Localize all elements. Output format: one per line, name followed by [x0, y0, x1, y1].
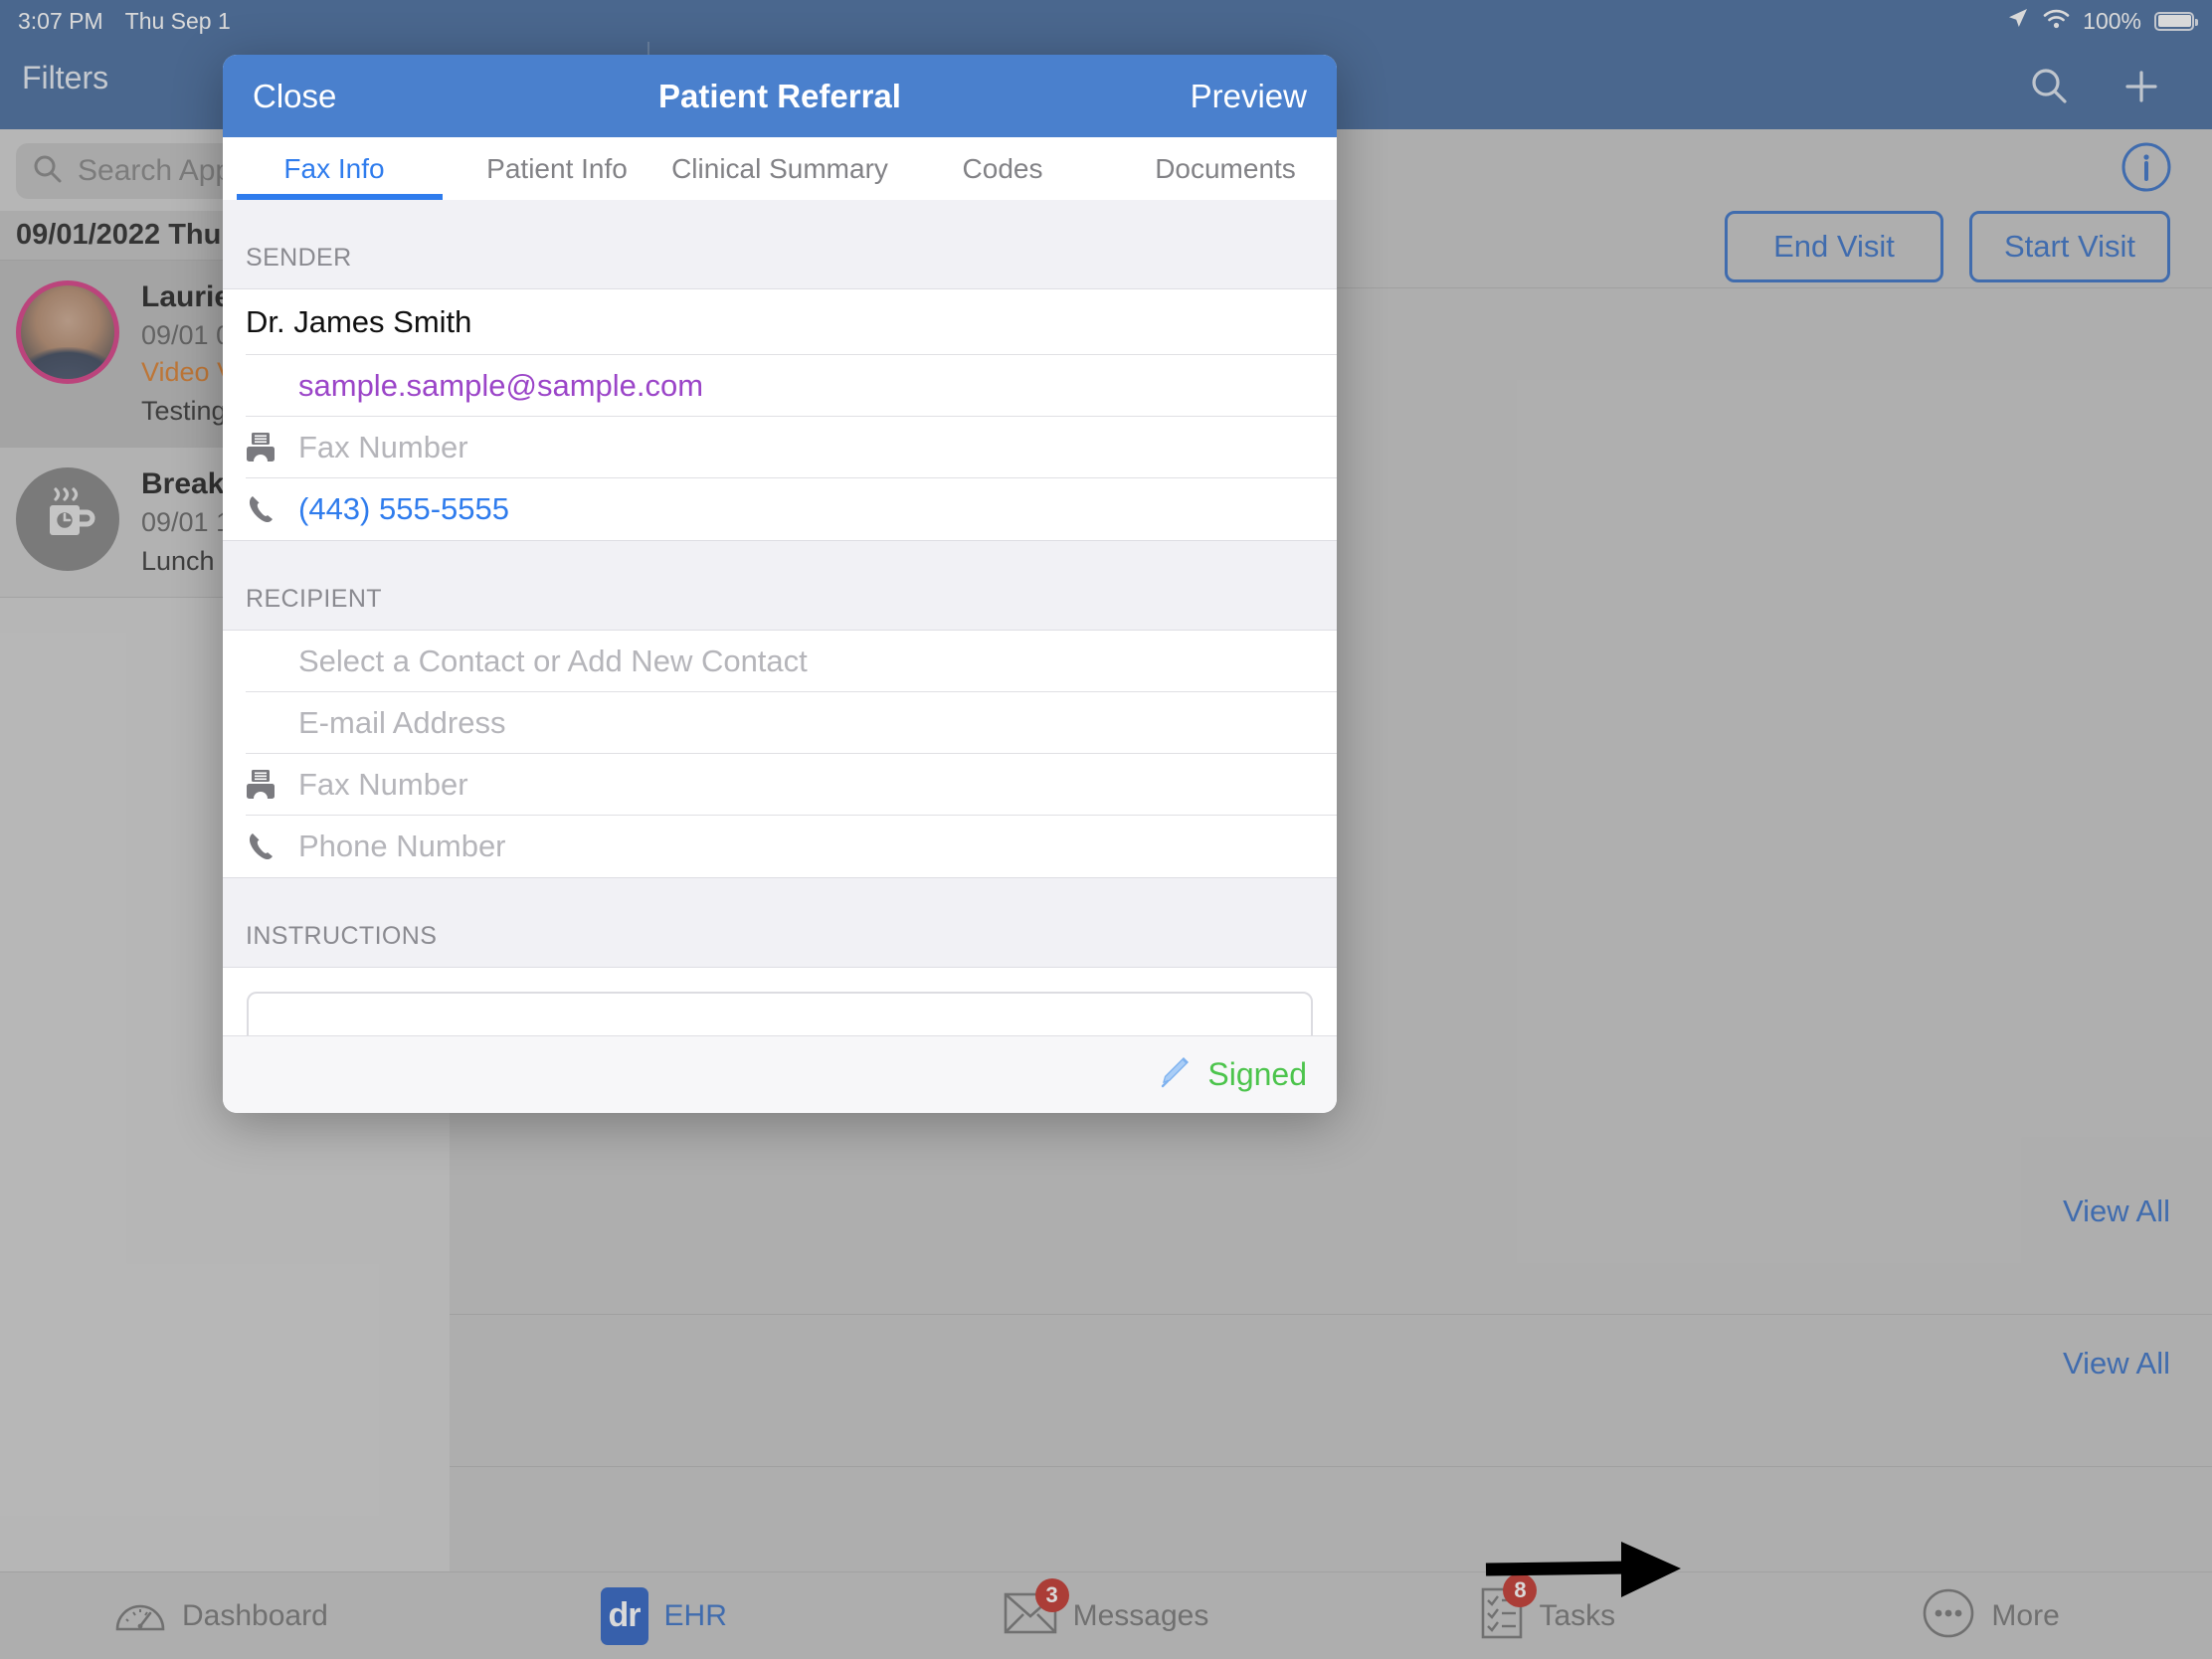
envelope-icon: 3 [1004, 1578, 1069, 1639]
tab-label: EHR [663, 1598, 727, 1632]
info-icon[interactable] [2120, 141, 2172, 198]
tab-label: Dashboard [182, 1598, 328, 1632]
recipient-fax-field[interactable]: Fax Number [223, 754, 1337, 816]
ellipsis-icon [1922, 1588, 1975, 1643]
tab-more[interactable]: More [1769, 1588, 2212, 1643]
start-visit-button[interactable]: Start Visit [1969, 211, 2170, 282]
modal-header: Close Patient Referral Preview [223, 55, 1337, 137]
sender-email-value: sample.sample@sample.com [298, 368, 704, 403]
instructions-textarea[interactable] [247, 992, 1313, 1035]
fax-icon [246, 769, 298, 801]
bottom-tab-bar: Dashboard dr EHR 3 Messages 8 Tasks More [0, 1571, 2212, 1659]
tab-messages[interactable]: 3 Messages [885, 1578, 1328, 1639]
battery-icon [2154, 11, 2198, 31]
tab-label: More [1991, 1598, 2060, 1632]
filters-button[interactable]: Filters [22, 60, 108, 96]
dr-logo-icon: dr [600, 1586, 648, 1645]
recipient-contact-placeholder: Select a Contact or Add New Contact [298, 644, 808, 678]
plus-icon[interactable] [2119, 64, 2164, 114]
gauge-icon [114, 1593, 166, 1638]
recipient-phone-field[interactable]: Phone Number [223, 816, 1337, 877]
signed-status: Signed [1207, 1056, 1307, 1092]
view-all-link[interactable]: View All [2063, 1194, 2170, 1229]
tab-codes[interactable]: Codes [891, 137, 1114, 200]
sender-section-header: SENDER [223, 200, 1337, 289]
search-icon [32, 153, 64, 190]
phone-icon [246, 493, 298, 525]
sender-name-value: Dr. James Smith [246, 304, 472, 339]
tab-label: Tasks [1539, 1598, 1616, 1632]
sender-email-field[interactable]: sample.sample@sample.com [223, 355, 1337, 417]
tab-ehr[interactable]: dr EHR [443, 1586, 885, 1645]
end-visit-button[interactable]: End Visit [1725, 211, 1943, 282]
coffee-break-icon [16, 467, 119, 571]
ios-status-bar: 3:07 PM Thu Sep 1 100% [0, 0, 2212, 42]
modal-footer: Signed [223, 1035, 1337, 1113]
pen-icon[interactable] [1154, 1052, 1194, 1097]
modal-title: Patient Referral [658, 77, 901, 114]
patient-referral-modal: Close Patient Referral Preview Fax Info … [223, 55, 1337, 1113]
sender-fax-field[interactable]: Fax Number [223, 417, 1337, 478]
tab-clinical-summary[interactable]: Clinical Summary [668, 137, 891, 200]
fax-icon [246, 432, 298, 463]
sender-phone-value: (443) 555-5555 [298, 491, 509, 526]
tab-documents[interactable]: Documents [1114, 137, 1337, 200]
sender-fax-placeholder: Fax Number [298, 430, 468, 464]
recipient-email-field[interactable]: E-mail Address [223, 692, 1337, 754]
tab-fax-info[interactable]: Fax Info [223, 137, 446, 200]
recipient-email-placeholder: E-mail Address [298, 705, 506, 740]
status-time: 3:07 PM [18, 7, 103, 34]
location-arrow-icon [2006, 6, 2030, 36]
sender-name-field[interactable]: Dr. James Smith [223, 289, 1337, 355]
tab-label: Messages [1072, 1598, 1209, 1632]
modal-body: SENDER Dr. James Smith sample.sample@sam… [223, 200, 1337, 1035]
sender-phone-field[interactable]: (443) 555-5555 [223, 478, 1337, 540]
recipient-section-header: RECIPIENT [223, 540, 1337, 631]
recipient-phone-placeholder: Phone Number [298, 829, 506, 863]
detail-section: View All [450, 1164, 2212, 1315]
avatar [16, 280, 119, 384]
detail-section: View All [450, 1316, 2212, 1467]
screen: 3:07 PM Thu Sep 1 100% Filters Search Ap… [0, 0, 2212, 1659]
status-date: Thu Sep 1 [124, 7, 231, 34]
tab-tasks[interactable]: 8 Tasks [1327, 1573, 1769, 1644]
wifi-icon [2043, 8, 2070, 35]
search-icon[interactable] [2027, 64, 2073, 114]
messages-badge: 3 [1034, 1578, 1069, 1612]
phone-icon [246, 830, 298, 862]
view-all-link[interactable]: View All [2063, 1346, 2170, 1382]
close-button[interactable]: Close [253, 78, 336, 115]
recipient-fax-placeholder: Fax Number [298, 767, 468, 802]
modal-tab-bar: Fax Info Patient Info Clinical Summary C… [223, 137, 1337, 200]
recipient-contact-field[interactable]: Select a Contact or Add New Contact [223, 631, 1337, 692]
preview-button[interactable]: Preview [1191, 78, 1307, 115]
battery-percent: 100% [2083, 7, 2141, 34]
instructions-section-header: INSTRUCTIONS [223, 877, 1337, 968]
tab-dashboard[interactable]: Dashboard [0, 1593, 443, 1638]
checklist-icon: 8 [1481, 1573, 1538, 1644]
tab-patient-info[interactable]: Patient Info [446, 137, 668, 200]
tasks-badge: 8 [1503, 1573, 1538, 1607]
